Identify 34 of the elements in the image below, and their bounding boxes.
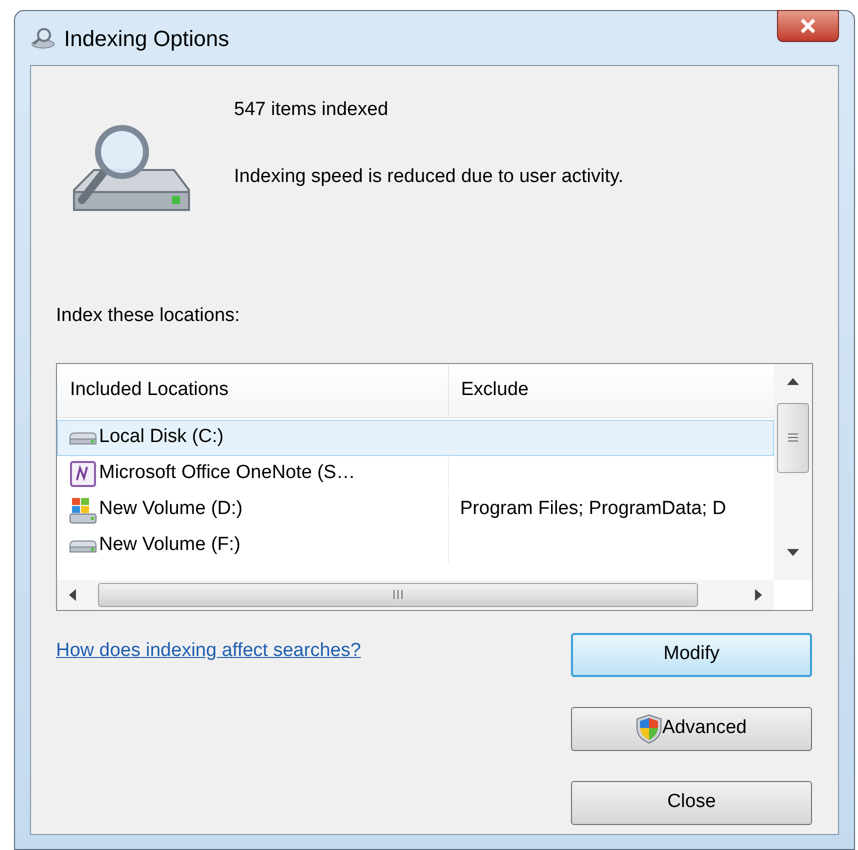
notebook-icon <box>68 460 98 488</box>
location-name: New Volume (F:) <box>99 533 240 558</box>
location-row[interactable]: Microsoft Office OneNote (S… <box>57 456 774 492</box>
grip-icon <box>393 590 403 599</box>
dialog-button[interactable]: Close <box>571 780 812 824</box>
exclude-text: Program Files; ProgramData; D <box>460 497 726 522</box>
drive-icon <box>68 430 98 446</box>
location-name: Local Disk (C:) <box>99 425 224 450</box>
vertical-scrollbar[interactable] <box>774 364 812 580</box>
scroll-thumb[interactable] <box>98 582 698 606</box>
up-arrow-icon <box>787 378 799 384</box>
dialog-button[interactable]: Advanced <box>571 706 812 750</box>
down-arrow-icon <box>787 548 799 556</box>
location-name: New Volume (D:) <box>99 497 243 522</box>
dialog-button[interactable]: Modify <box>571 632 812 676</box>
left-arrow-icon <box>69 588 76 600</box>
status-message: Indexing speed is reduced due to user activity. <box>234 164 624 188</box>
location-row[interactable]: New Volume (F:) <box>57 528 774 564</box>
horizontal-scrollbar[interactable] <box>57 580 774 610</box>
help-link[interactable]: How does indexing affect searches? <box>56 636 361 665</box>
window-title: Indexing Options <box>64 24 230 53</box>
locations-label: Index these locations: <box>56 305 240 326</box>
drive-icon <box>68 538 98 554</box>
scroll-thumb[interactable] <box>777 402 809 472</box>
shield-icon <box>636 714 662 744</box>
location-row[interactable]: New Volume (D:) Program Files; ProgramData; D <box>57 492 774 528</box>
close-icon[interactable] <box>777 10 839 42</box>
items-count: 547 items indexed <box>234 98 390 122</box>
magnifier-icon <box>30 27 56 49</box>
column-header[interactable]: Included Locations <box>57 364 449 416</box>
grip-icon <box>788 433 798 442</box>
right-arrow-icon <box>755 588 762 600</box>
location-row[interactable]: Local Disk (C:) <box>57 420 774 456</box>
location-name: Microsoft Office OneNote (S… <box>99 461 356 486</box>
